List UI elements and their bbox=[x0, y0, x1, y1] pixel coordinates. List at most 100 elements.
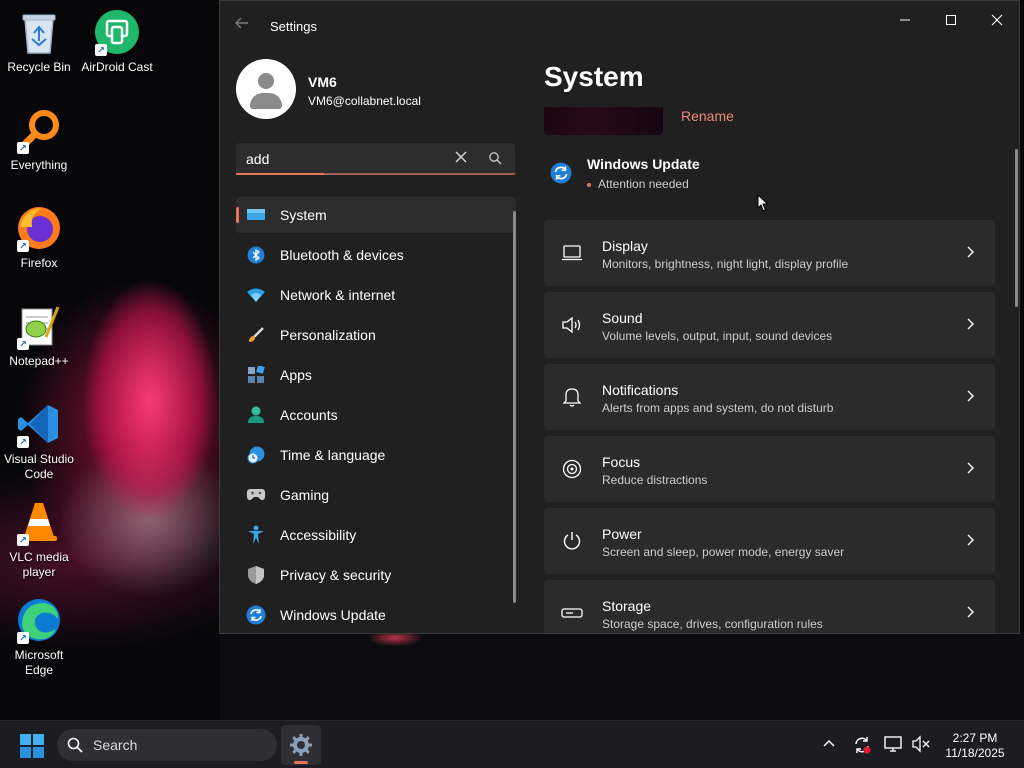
card-description: Storage space, drives, configuration rul… bbox=[602, 617, 823, 631]
everything-search-icon: ↗ bbox=[15, 106, 63, 154]
chevron-right-icon bbox=[962, 244, 978, 260]
nav-item-windows-update[interactable]: Windows Update bbox=[236, 597, 516, 633]
active-app-indicator bbox=[294, 761, 308, 764]
nav-item-label: Gaming bbox=[280, 487, 330, 503]
display-network-icon[interactable] bbox=[884, 735, 902, 753]
vscode-icon: ↗ bbox=[15, 400, 63, 448]
card-description: Volume levels, output, input, sound devi… bbox=[602, 329, 833, 343]
nav-item-label: Accounts bbox=[280, 407, 338, 423]
card-title: Power bbox=[602, 526, 642, 542]
shortcut-arrow-icon: ↗ bbox=[17, 534, 29, 546]
shortcut-arrow-icon: ↗ bbox=[17, 240, 29, 252]
monitor-icon bbox=[245, 204, 267, 226]
chevron-right-icon bbox=[962, 316, 978, 332]
shortcut-arrow-icon: ↗ bbox=[17, 142, 29, 154]
nav-item-label: Network & internet bbox=[280, 287, 396, 303]
app-title: Settings bbox=[270, 19, 317, 34]
user-name: VM6 bbox=[308, 74, 337, 90]
notepad-plus-plus-icon: ↗ bbox=[15, 302, 63, 350]
back-arrow-icon[interactable] bbox=[234, 15, 252, 33]
shortcut-arrow-icon: ↗ bbox=[95, 44, 107, 56]
taskbar: Search 2:27 PM 11/18/2025 bbox=[0, 720, 1024, 768]
chevron-up-icon[interactable] bbox=[821, 735, 839, 753]
mouse-cursor-icon bbox=[757, 193, 769, 217]
taskbar-search-label: Search bbox=[93, 737, 138, 753]
power-icon bbox=[560, 530, 584, 552]
settings-nav: System Bluetooth & devices Network & int… bbox=[236, 197, 516, 633]
nav-item-time-language[interactable]: Time & language bbox=[236, 437, 516, 473]
desktop-icon-edge[interactable]: ↗ Microsoft Edge bbox=[0, 596, 78, 678]
desktop-icon-airdroid-cast[interactable]: ↗ AirDroid Cast bbox=[78, 8, 156, 75]
user-email: VM6@collabnet.local bbox=[308, 94, 421, 108]
desktop-icon-label: Firefox bbox=[20, 256, 58, 270]
taskbar-search[interactable]: Search bbox=[57, 729, 277, 761]
nav-item-gaming[interactable]: Gaming bbox=[236, 477, 516, 513]
desktop-icon-notepad-plus-plus[interactable]: ↗ Notepad++ bbox=[0, 302, 78, 369]
nav-item-privacy-security[interactable]: Privacy & security bbox=[236, 557, 516, 593]
globe-clock-icon bbox=[245, 444, 267, 466]
nav-item-apps[interactable]: Apps bbox=[236, 357, 516, 393]
card-title: Display bbox=[602, 238, 648, 254]
card-display[interactable]: Display Monitors, brightness, night ligh… bbox=[544, 220, 995, 286]
search-icon[interactable] bbox=[488, 151, 504, 167]
settings-window: Settings VM6 VM6@collabnet.local add Sys… bbox=[219, 0, 1020, 634]
nav-item-label: Accessibility bbox=[280, 527, 357, 543]
nav-item-label: Time & language bbox=[280, 447, 386, 463]
windows-update-status-text: Attention needed bbox=[587, 177, 689, 191]
sync-alert-icon[interactable] bbox=[852, 735, 871, 754]
shortcut-arrow-icon: ↗ bbox=[17, 436, 29, 448]
clock-time: 2:27 PM bbox=[952, 731, 998, 745]
clock-date: 11/18/2025 bbox=[945, 746, 1005, 760]
card-focus[interactable]: Focus Reduce distractions bbox=[544, 436, 995, 502]
nav-item-network[interactable]: Network & internet bbox=[236, 277, 516, 313]
desktop-icon-vscode[interactable]: ↗ Visual Studio Code bbox=[0, 400, 78, 482]
rename-link[interactable]: Rename bbox=[681, 108, 734, 124]
accessibility-icon bbox=[245, 524, 267, 546]
nav-item-system[interactable]: System bbox=[236, 197, 516, 233]
nav-scrollbar[interactable] bbox=[513, 211, 516, 603]
bluetooth-icon bbox=[245, 244, 267, 266]
device-thumbnail bbox=[544, 107, 663, 135]
clear-search-icon[interactable] bbox=[452, 150, 470, 168]
desktop-icon-recycle-bin[interactable]: Recycle Bin bbox=[0, 8, 78, 75]
nav-item-accessibility[interactable]: Accessibility bbox=[236, 517, 516, 553]
settings-search-input[interactable] bbox=[246, 149, 446, 169]
content-scrollbar[interactable] bbox=[1015, 149, 1018, 307]
chevron-right-icon bbox=[962, 604, 978, 620]
desktop-icon-vlc[interactable]: ↗ VLC media player bbox=[0, 498, 78, 580]
volume-muted-icon[interactable] bbox=[911, 735, 930, 753]
card-title: Sound bbox=[602, 310, 643, 326]
card-description: Alerts from apps and system, do not dist… bbox=[602, 401, 834, 415]
vlc-icon: ↗ bbox=[15, 498, 63, 546]
windows-update-title: Windows Update bbox=[587, 156, 700, 172]
desktop-icon-label: Visual Studio Code bbox=[4, 452, 74, 481]
gamepad-icon bbox=[245, 484, 267, 506]
card-sound[interactable]: Sound Volume levels, output, input, soun… bbox=[544, 292, 995, 358]
card-power[interactable]: Power Screen and sleep, power mode, ener… bbox=[544, 508, 995, 574]
edge-icon: ↗ bbox=[15, 596, 63, 644]
taskbar-app-settings[interactable] bbox=[281, 725, 321, 765]
nav-item-accounts[interactable]: Accounts bbox=[236, 397, 516, 433]
nav-item-bluetooth-devices[interactable]: Bluetooth & devices bbox=[236, 237, 516, 273]
desktop-icon-firefox[interactable]: ↗ Firefox bbox=[0, 204, 78, 271]
windows-update-icon bbox=[245, 604, 267, 626]
card-description: Monitors, brightness, night light, displ… bbox=[602, 257, 849, 271]
windows-update-icon bbox=[550, 162, 572, 189]
system-clock[interactable]: 2:27 PM 11/18/2025 bbox=[938, 731, 1012, 761]
nav-item-label: Personalization bbox=[280, 327, 376, 343]
nav-item-personalization[interactable]: Personalization bbox=[236, 317, 516, 353]
nav-item-label: Bluetooth & devices bbox=[280, 247, 404, 263]
close-button[interactable] bbox=[974, 5, 1019, 35]
maximize-button[interactable] bbox=[928, 5, 974, 35]
desktop-icon-everything[interactable]: ↗ Everything bbox=[0, 106, 78, 173]
card-notifications[interactable]: Notifications Alerts from apps and syste… bbox=[544, 364, 995, 430]
card-description: Reduce distractions bbox=[602, 473, 708, 487]
search-underline bbox=[324, 173, 515, 175]
card-storage[interactable]: Storage Storage space, drives, configura… bbox=[544, 580, 995, 633]
desktop-icon-label: VLC media player bbox=[9, 550, 69, 579]
start-button[interactable] bbox=[20, 734, 44, 758]
title-bar[interactable]: Settings bbox=[220, 1, 1019, 49]
minimize-button[interactable] bbox=[882, 5, 928, 35]
storage-icon bbox=[560, 602, 584, 624]
desktop-icon-label: Notepad++ bbox=[9, 354, 69, 368]
